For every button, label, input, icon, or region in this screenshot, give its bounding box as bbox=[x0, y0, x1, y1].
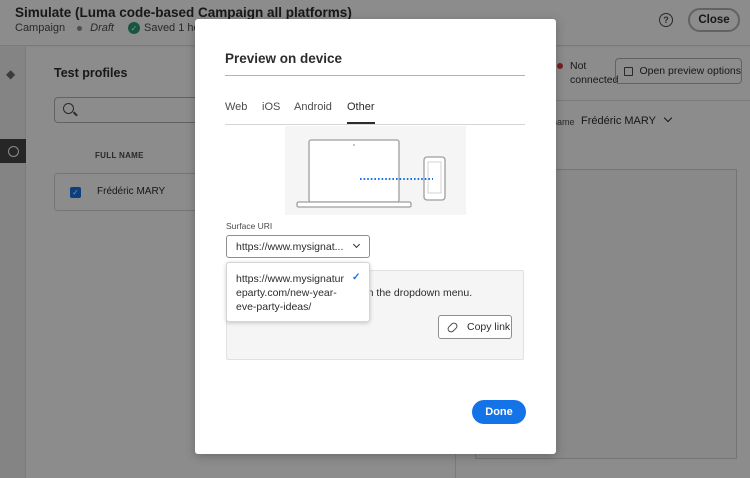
chevron-down-icon bbox=[352, 240, 361, 249]
dialog-divider bbox=[225, 75, 525, 76]
surface-uri-label: Surface URI bbox=[226, 221, 273, 231]
tab-other[interactable]: Other bbox=[347, 101, 375, 124]
link-icon bbox=[446, 320, 459, 334]
done-button[interactable]: Done bbox=[472, 400, 526, 424]
device-tabs: Web iOS Android Other bbox=[225, 101, 525, 125]
copy-link-label: Copy link bbox=[467, 321, 511, 333]
dialog-title: Preview on device bbox=[225, 51, 343, 66]
copy-link-button[interactable]: Copy link bbox=[438, 315, 512, 339]
dropdown-option[interactable]: https://www.mysignatur eparty.com/new-ye… bbox=[236, 272, 344, 314]
laptop-phone-icon bbox=[296, 139, 446, 208]
device-illustration bbox=[285, 126, 466, 215]
surface-uri-value: https://www.mysignat... bbox=[236, 241, 344, 253]
dropdown-option-line3: eve-party-ideas/ bbox=[236, 301, 312, 313]
dropdown-option-line2: eparty.com/new-year- bbox=[236, 287, 337, 299]
surface-uri-select[interactable]: https://www.mysignat... bbox=[226, 235, 370, 258]
tab-android[interactable]: Android bbox=[294, 101, 332, 113]
surface-uri-dropdown-menu: https://www.mysignatur eparty.com/new-ye… bbox=[226, 262, 370, 322]
checkmark-icon: ✓ bbox=[352, 272, 361, 283]
tab-web[interactable]: Web bbox=[225, 101, 247, 113]
tab-ios[interactable]: iOS bbox=[262, 101, 280, 113]
preview-on-device-dialog: Preview on device Web iOS Android Other … bbox=[195, 19, 556, 454]
dropdown-option-line1: https://www.mysignatur bbox=[236, 273, 344, 285]
